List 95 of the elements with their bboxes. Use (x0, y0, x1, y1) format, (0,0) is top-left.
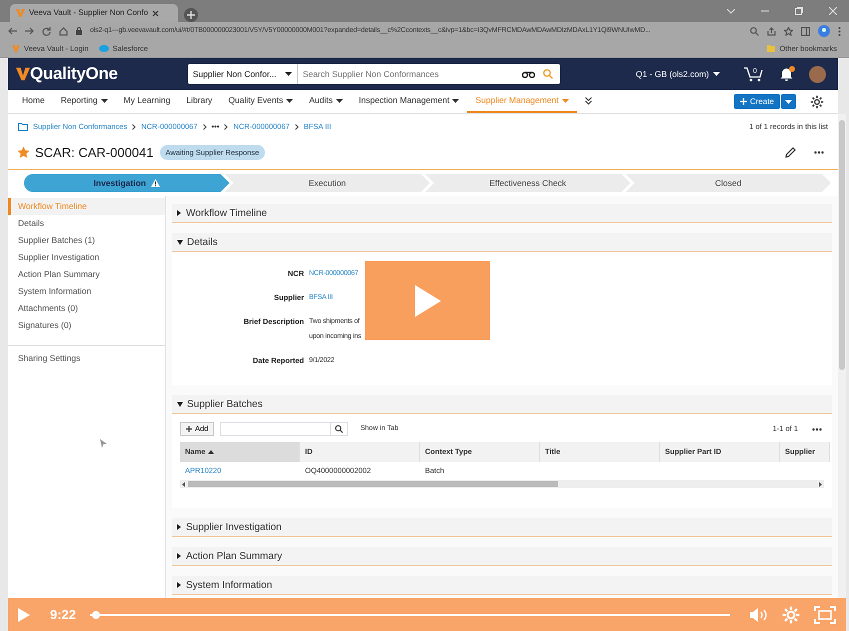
logo-icon (12, 45, 20, 52)
nav-tab[interactable]: Audits (301, 90, 351, 113)
chevron-down-icon[interactable] (727, 8, 735, 14)
close-icon[interactable] (152, 10, 160, 16)
reload-icon[interactable] (42, 26, 51, 36)
sidebar-item[interactable]: Supplier Investigation (8, 249, 165, 266)
logo-icon (16, 9, 25, 17)
nav-tab[interactable]: Inspection Management (350, 90, 468, 113)
double-chevron-icon[interactable] (584, 96, 592, 104)
pencil-icon[interactable] (785, 147, 796, 158)
sort-up-icon[interactable] (208, 450, 214, 454)
section-header[interactable]: Workflow Timeline (172, 204, 832, 223)
new-tab-icon[interactable] (184, 8, 198, 22)
stage-step[interactable]: Investigation (24, 174, 230, 192)
sidebar-item[interactable]: Supplier Batches (1) (8, 232, 165, 249)
caret-right-icon (177, 582, 182, 588)
lock-icon (76, 27, 82, 35)
sidebar-icon[interactable] (801, 26, 810, 36)
caret-icon (713, 72, 720, 76)
create-button[interactable]: Create (734, 94, 780, 109)
record-title: SCAR: CAR-000041 (35, 144, 154, 162)
profile-icon[interactable] (818, 25, 830, 37)
caret-right-icon (177, 524, 182, 530)
share-icon[interactable] (767, 26, 776, 36)
progress-thumb[interactable] (92, 610, 100, 618)
nav-tab[interactable]: Reporting (52, 90, 116, 113)
nav-tab[interactable]: Quality Events (220, 90, 302, 113)
section-header[interactable]: System Information (172, 576, 832, 595)
tab-title: Veeva Vault - Supplier Non Confo (29, 7, 148, 19)
caret-right-icon (177, 210, 182, 216)
settings-icon[interactable] (810, 94, 824, 108)
stage-step[interactable]: Effectiveness Check (425, 174, 630, 192)
section-header[interactable]: Supplier Batches (172, 395, 832, 414)
nav-tab[interactable]: My Learning (116, 90, 178, 113)
cloud-icon (98, 45, 108, 52)
binoculars-icon[interactable] (522, 70, 535, 78)
star-icon[interactable] (784, 26, 793, 36)
nav-tab[interactable]: Home (14, 90, 53, 113)
chevron-right-icon (224, 124, 228, 130)
chevron-right-icon (132, 124, 136, 130)
section-header[interactable]: Action Plan Summary (172, 547, 832, 566)
caret-icon (785, 100, 792, 104)
search-scope-dropdown[interactable]: Supplier Non Confor... (188, 64, 298, 84)
plus-icon (740, 98, 747, 105)
stage-step[interactable]: Execution (224, 174, 430, 192)
cursor-icon (100, 439, 107, 448)
forward-icon[interactable] (25, 27, 34, 35)
plus-icon (186, 426, 192, 432)
section-header[interactable]: Details (172, 233, 832, 252)
more-icon[interactable] (814, 151, 824, 154)
minimize-icon[interactable] (761, 10, 769, 12)
avatar[interactable] (809, 66, 826, 82)
caret-down-icon (177, 240, 183, 244)
zoom-icon[interactable] (750, 26, 759, 36)
scroll-right-icon[interactable] (819, 482, 822, 486)
video-time: 9:22 (50, 606, 76, 624)
play-icon (414, 284, 440, 316)
sidebar-item[interactable]: Signatures (0) (8, 317, 165, 334)
scroll-left-icon[interactable] (182, 482, 185, 486)
logo-icon (16, 67, 30, 81)
sidebar-item[interactable]: Details (8, 215, 165, 232)
search-icon[interactable] (335, 425, 344, 433)
stage-step[interactable]: Closed (626, 174, 831, 192)
vault-menu[interactable]: Q1 - GB (ols2.com) (636, 68, 720, 80)
folder-icon (18, 123, 28, 131)
sidebar-item[interactable]: Sharing Settings (8, 350, 165, 367)
caret-right-icon (177, 553, 182, 559)
sidebar-item[interactable]: Attachments (0) (8, 300, 165, 317)
play-icon[interactable] (18, 608, 30, 622)
caret-icon (284, 72, 292, 76)
bell-icon[interactable] (780, 67, 793, 81)
restore-icon[interactable] (795, 7, 803, 15)
back-icon[interactable] (8, 27, 17, 35)
home-icon[interactable] (59, 26, 68, 36)
search-field[interactable]: Search Supplier Non Conformances (298, 64, 560, 84)
horizontal-scrollbar[interactable] (180, 480, 824, 488)
section-header[interactable]: Supplier Investigation (172, 518, 832, 537)
nav-tab[interactable]: Library (178, 90, 220, 113)
volume-icon[interactable] (750, 608, 768, 622)
browser-tab[interactable]: Veeva Vault - Supplier Non Confo (10, 4, 178, 22)
folder-icon (767, 45, 776, 52)
table-search-field[interactable] (220, 422, 348, 436)
fullscreen-icon[interactable] (814, 606, 836, 624)
star-icon[interactable] (18, 147, 29, 158)
play-overlay-button[interactable] (365, 261, 490, 340)
sidebar-item[interactable]: Action Plan Summary (8, 266, 165, 283)
sidebar-item[interactable]: System Information (8, 283, 165, 300)
cart-icon[interactable] (744, 66, 764, 82)
app-logo: QualityOne (30, 63, 118, 86)
caret-down-icon (177, 402, 183, 406)
more-icon[interactable] (812, 428, 822, 430)
chevron-right-icon (294, 124, 299, 130)
vertical-scrollbar[interactable] (838, 114, 846, 598)
chevron-right-icon (202, 124, 207, 130)
create-menu-button[interactable] (781, 94, 796, 109)
